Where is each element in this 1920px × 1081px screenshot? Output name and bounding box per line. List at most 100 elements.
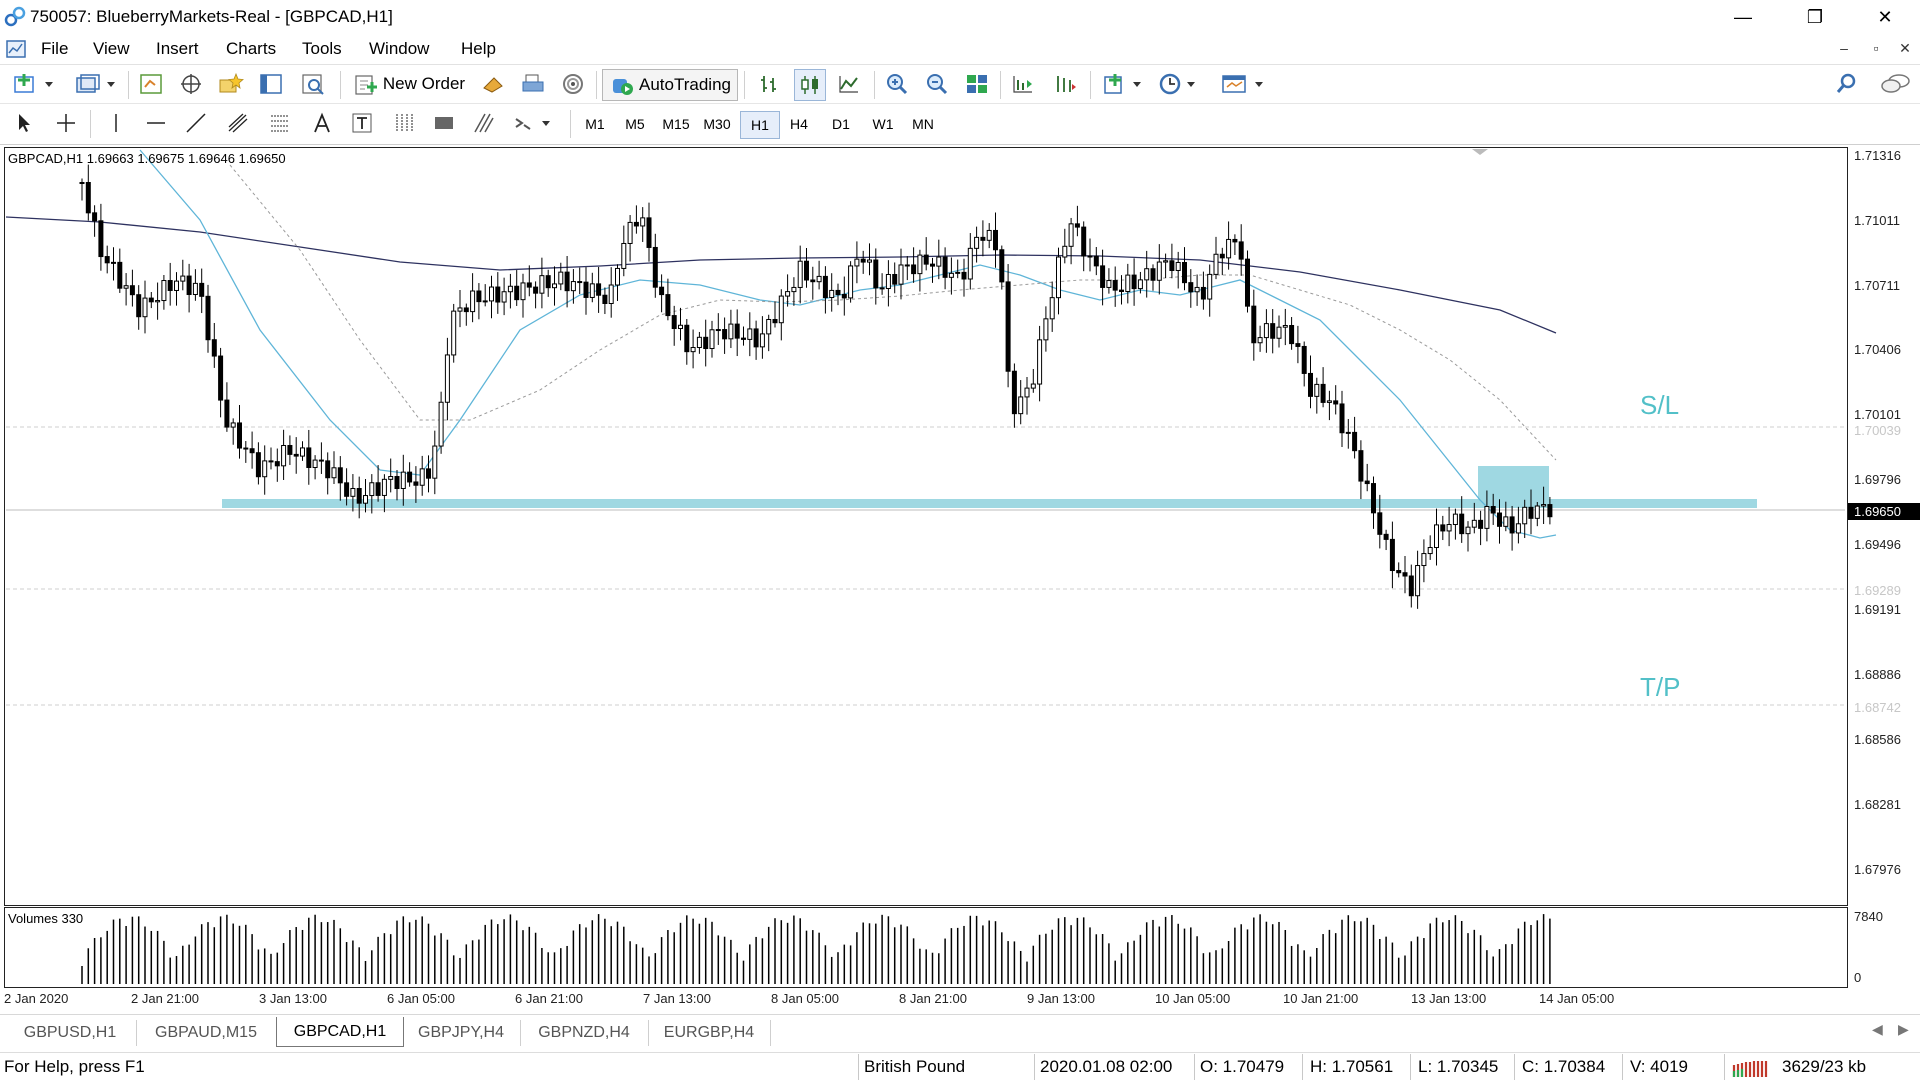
cursor-icon: [19, 114, 30, 132]
candlestick-button[interactable]: [794, 69, 826, 101]
vertical-line-button[interactable]: [102, 108, 130, 138]
favorites-button[interactable]: [216, 69, 246, 99]
minimize-button[interactable]: —: [1714, 0, 1772, 34]
line-chart-button[interactable]: [834, 69, 864, 99]
period-m5[interactable]: M5: [616, 111, 654, 137]
new-chart-button[interactable]: [8, 69, 58, 99]
text-button[interactable]: [308, 108, 336, 138]
navigator-button[interactable]: [176, 69, 206, 99]
chart-shift-button[interactable]: [1008, 69, 1038, 99]
new-chart-icon: [14, 74, 53, 93]
tab-gbpcad-h1[interactable]: GBPCAD,H1: [276, 1017, 404, 1047]
menu-view[interactable]: View: [93, 39, 130, 59]
trendline-button[interactable]: [182, 108, 210, 138]
print-button[interactable]: [518, 69, 548, 99]
mdi-restore-button[interactable]: ▫: [1865, 40, 1887, 56]
market-watch-icon: [140, 74, 162, 94]
toolbar-separator: [744, 71, 745, 99]
time-tick: 9 Jan 13:00: [1027, 991, 1095, 1006]
data-window-button[interactable]: [256, 69, 286, 99]
fibonacci-icon: [271, 115, 289, 132]
vertical-line-icon: [115, 114, 117, 132]
time-tick: 13 Jan 13:00: [1411, 991, 1487, 1006]
signals-button[interactable]: [558, 69, 588, 99]
market-watch-button[interactable]: [136, 69, 166, 99]
chart-window-icon[interactable]: [5, 38, 27, 60]
toolbar-separator: [1000, 71, 1001, 99]
tab-eurgbp-h4[interactable]: EURGBP,H4: [648, 1020, 771, 1046]
rectangle-icon: [435, 117, 453, 129]
menu-insert[interactable]: Insert: [156, 39, 199, 59]
mdi-minimize-button[interactable]: ‒: [1833, 40, 1855, 56]
volume-tick: 0: [1854, 970, 1862, 985]
time-tick: 10 Jan 05:00: [1155, 991, 1231, 1006]
hatch-button[interactable]: [470, 108, 498, 138]
price-tick: 1.68281: [1854, 797, 1901, 812]
tab-gbpaud-m15[interactable]: GBPAUD,M15: [136, 1020, 277, 1046]
text-label-button[interactable]: [348, 108, 376, 138]
status-help: For Help, press F1: [4, 1057, 145, 1076]
bar-chart-button[interactable]: [754, 69, 784, 99]
equidistant-channel-icon: [228, 113, 248, 133]
period-mn[interactable]: MN: [904, 111, 942, 137]
crosshair-button[interactable]: [52, 108, 80, 138]
period-d1[interactable]: D1: [822, 111, 860, 137]
line-chart-icon: [839, 76, 858, 93]
search-button[interactable]: [1832, 69, 1862, 99]
price-chart[interactable]: [4, 147, 1848, 906]
menu-help[interactable]: Help: [461, 39, 496, 59]
mdi-close-button[interactable]: ✕: [1894, 40, 1916, 57]
menu-tools[interactable]: Tools: [302, 39, 342, 59]
tab-gbpnzd-h4[interactable]: GBPNZD,H4: [520, 1020, 649, 1046]
close-button[interactable]: ✕: [1856, 0, 1914, 34]
profiles-icon: [76, 74, 115, 93]
restore-button[interactable]: ❐: [1786, 0, 1844, 34]
zoom-in-button[interactable]: [882, 69, 912, 99]
period-h1[interactable]: H1: [740, 111, 780, 139]
period-m15[interactable]: M15: [657, 111, 695, 137]
tab-scroll-left-icon[interactable]: ◀: [1872, 1021, 1883, 1038]
zone-low-price-label: 1.69289: [1854, 583, 1901, 598]
volume-chart[interactable]: [4, 907, 1848, 988]
autotrading-button[interactable]: AutoTrading: [602, 69, 738, 101]
fibonacci-button[interactable]: [266, 108, 294, 138]
data-window-icon: [260, 74, 282, 94]
equidistant-channel-button[interactable]: [224, 108, 252, 138]
tab-scroll-right-icon[interactable]: ▶: [1898, 1021, 1909, 1038]
autoscroll-button[interactable]: [1050, 69, 1080, 99]
period-m1[interactable]: M1: [576, 111, 614, 137]
status-traffic: 3629/23 kb: [1782, 1057, 1867, 1076]
status-separator: [1622, 1054, 1623, 1080]
period-m30[interactable]: M30: [698, 111, 736, 137]
search-icon: [1836, 73, 1856, 93]
menu-bar: File View Insert Charts Tools Window Hel…: [0, 34, 1920, 65]
strategy-tester-button[interactable]: [298, 69, 328, 99]
tab-gbpusd-h1[interactable]: GBPUSD,H1: [4, 1020, 137, 1046]
menu-file[interactable]: File: [41, 39, 68, 59]
cursor-button[interactable]: [10, 108, 38, 138]
crosshair-icon: [57, 114, 75, 132]
periods-button[interactable]: [1154, 69, 1204, 99]
price-tick: 1.69796: [1854, 472, 1901, 487]
menu-charts[interactable]: Charts: [226, 39, 276, 59]
metaeditor-button[interactable]: [478, 69, 508, 99]
new-order-button[interactable]: New Order: [348, 69, 470, 99]
connection-status-icon: [1732, 1061, 1768, 1077]
templates-button[interactable]: [1216, 69, 1272, 99]
period-h4[interactable]: H4: [780, 111, 818, 137]
period-w1[interactable]: W1: [864, 111, 902, 137]
indicators-button[interactable]: [1098, 69, 1148, 99]
toolbar-separator: [90, 110, 91, 138]
horizontal-line-button[interactable]: [142, 108, 170, 138]
tab-gbpjpy-h4[interactable]: GBPJPY,H4: [402, 1020, 521, 1046]
menu-window[interactable]: Window: [369, 39, 429, 59]
profiles-button[interactable]: [70, 69, 120, 99]
horizontal-line-icon: [147, 122, 165, 124]
zoom-out-button[interactable]: [922, 69, 952, 99]
fibo-fan-button[interactable]: [390, 108, 418, 138]
tile-windows-button[interactable]: [962, 69, 992, 99]
fibo-fan-icon: [396, 114, 413, 132]
arrows-button[interactable]: [510, 108, 556, 138]
rectangle-button[interactable]: [430, 108, 458, 138]
chat-button[interactable]: [1878, 69, 1914, 99]
